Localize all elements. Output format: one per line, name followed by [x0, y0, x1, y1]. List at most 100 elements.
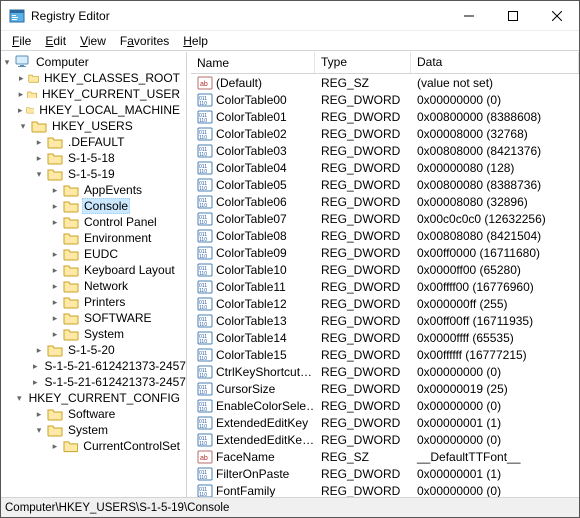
tree-node-computer[interactable]: ▾ Computer: [1, 54, 186, 70]
minimize-button[interactable]: [447, 1, 491, 31]
close-button[interactable]: [535, 1, 579, 31]
tree-node-hkcc[interactable]: ▾HKEY_CURRENT_CONFIG: [17, 390, 186, 406]
tree-node-hkcu[interactable]: ▸HKEY_CURRENT_USER: [17, 86, 186, 102]
tree-node-hkcc-system[interactable]: ▾System: [33, 422, 186, 438]
chevron-right-icon[interactable]: ▸: [17, 88, 25, 100]
tree-node-s21b[interactable]: ▸S-1-5-21-612421373-2457: [33, 374, 186, 390]
list-row[interactable]: 011110ExtendedEditKeyREG_DWORD0x00000001…: [191, 414, 579, 431]
column-name-header[interactable]: Name: [191, 52, 315, 73]
list-row[interactable]: 011110FontFamilyREG_DWORD0x00000000 (0): [191, 482, 579, 497]
list-row[interactable]: abFaceNameREG_SZ__DefaultTTFont__: [191, 448, 579, 465]
tree-node-ccs[interactable]: ▸CurrentControlSet: [49, 438, 186, 454]
chevron-right-icon[interactable]: ▸: [17, 104, 24, 116]
value-type: REG_DWORD: [315, 93, 411, 107]
chevron-down-icon[interactable]: ▾: [17, 120, 29, 132]
menu-favorites[interactable]: Favorites: [113, 34, 176, 48]
tree-node-console[interactable]: ▸Console: [49, 198, 186, 214]
value-name: ColorTable10: [216, 263, 287, 277]
list-row[interactable]: 011110ColorTable08REG_DWORD0x00808080 (8…: [191, 227, 579, 244]
chevron-right-icon[interactable]: ▸: [33, 344, 45, 356]
chevron-right-icon[interactable]: ▸: [49, 264, 61, 276]
value-type: REG_DWORD: [315, 416, 411, 430]
tree-node-environment[interactable]: ▸Environment: [49, 230, 186, 246]
menu-edit[interactable]: Edit: [38, 34, 73, 48]
list-row[interactable]: 011110FilterOnPasteREG_DWORD0x00000001 (…: [191, 465, 579, 482]
list-row[interactable]: 011110ColorTable09REG_DWORD0x00ff0000 (1…: [191, 244, 579, 261]
chevron-down-icon[interactable]: ▾: [33, 424, 45, 436]
tree-node-s18[interactable]: ▸S-1-5-18: [33, 150, 186, 166]
tree-node-hklm[interactable]: ▸HKEY_LOCAL_MACHINE: [17, 102, 186, 118]
column-type-header[interactable]: Type: [315, 52, 411, 73]
chevron-down-icon[interactable]: ▾: [17, 392, 22, 404]
list-row[interactable]: 011110ColorTable02REG_DWORD0x00008000 (3…: [191, 125, 579, 142]
column-data-header[interactable]: Data: [411, 52, 579, 73]
tree-node-hku[interactable]: ▾HKEY_USERS: [17, 118, 186, 134]
chevron-right-icon[interactable]: ▸: [33, 360, 38, 372]
list-row[interactable]: 011110CursorSizeREG_DWORD0x00000019 (25): [191, 380, 579, 397]
tree-node-default[interactable]: ▸.DEFAULT: [33, 134, 186, 150]
list-row[interactable]: 011110ColorTable15REG_DWORD0x00ffffff (1…: [191, 346, 579, 363]
list-row[interactable]: 011110ColorTable10REG_DWORD0x0000ff00 (6…: [191, 261, 579, 278]
svg-text:110: 110: [199, 101, 207, 107]
chevron-right-icon[interactable]: ▸: [33, 152, 45, 164]
folder-icon: [47, 167, 63, 181]
chevron-right-icon[interactable]: ▸: [49, 312, 61, 324]
chevron-right-icon[interactable]: ▸: [33, 376, 38, 388]
tree-node-appevents[interactable]: ▸AppEvents: [49, 182, 186, 198]
list-row[interactable]: 011110ColorTable06REG_DWORD0x00008080 (3…: [191, 193, 579, 210]
list-row[interactable]: 011110ColorTable04REG_DWORD0x00000080 (1…: [191, 159, 579, 176]
tree-node-s19[interactable]: ▾S-1-5-19: [33, 166, 186, 182]
chevron-right-icon[interactable]: ▸: [33, 136, 45, 148]
folder-icon: [63, 263, 79, 277]
chevron-down-icon[interactable]: ▾: [33, 168, 45, 180]
chevron-right-icon[interactable]: ▸: [17, 72, 26, 84]
list-row[interactable]: 011110ColorTable00REG_DWORD0x00000000 (0…: [191, 91, 579, 108]
list-row[interactable]: 011110ColorTable14REG_DWORD0x0000ffff (6…: [191, 329, 579, 346]
tree-pane[interactable]: ▾ Computer ▸HKEY_CLASSES_ROOT ▸HKEY_CURR…: [1, 52, 187, 497]
menu-help[interactable]: Help: [176, 34, 215, 48]
list-row[interactable]: 011110ColorTable03REG_DWORD0x00808000 (8…: [191, 142, 579, 159]
list-row[interactable]: 011110CtrlKeyShortcut…REG_DWORD0x0000000…: [191, 363, 579, 380]
chevron-right-icon[interactable]: ▸: [49, 328, 61, 340]
value-name: ColorTable09: [216, 246, 287, 260]
chevron-right-icon[interactable]: ▸: [49, 280, 61, 292]
value-type: REG_DWORD: [315, 314, 411, 328]
tree-node-keyboard[interactable]: ▸Keyboard Layout: [49, 262, 186, 278]
chevron-right-icon[interactable]: ▸: [49, 200, 61, 212]
values-pane[interactable]: Name Type Data ab(Default)REG_SZ(value n…: [191, 52, 579, 497]
list-row[interactable]: 011110ColorTable11REG_DWORD0x00ffff00 (1…: [191, 278, 579, 295]
tree-node-network[interactable]: ▸Network: [49, 278, 186, 294]
list-body[interactable]: ab(Default)REG_SZ(value not set)011110Co…: [191, 74, 579, 497]
menu-view[interactable]: View: [73, 34, 113, 48]
tree-node-hkcr[interactable]: ▸HKEY_CLASSES_ROOT: [17, 70, 186, 86]
folder-icon: [63, 439, 79, 453]
menu-file[interactable]: File: [5, 34, 38, 48]
chevron-down-icon[interactable]: ▾: [1, 56, 13, 68]
chevron-right-icon[interactable]: ▸: [49, 440, 61, 452]
tree-node-s21a[interactable]: ▸S-1-5-21-612421373-2457: [33, 358, 186, 374]
list-row[interactable]: 011110ColorTable13REG_DWORD0x00ff00ff (1…: [191, 312, 579, 329]
tree-node-controlpanel[interactable]: ▸Control Panel: [49, 214, 186, 230]
list-row[interactable]: 011110ColorTable12REG_DWORD0x000000ff (2…: [191, 295, 579, 312]
list-row[interactable]: 011110ColorTable07REG_DWORD0x00c0c0c0 (1…: [191, 210, 579, 227]
chevron-right-icon[interactable]: ▸: [49, 184, 61, 196]
maximize-button[interactable]: [491, 1, 535, 31]
tree-node-software[interactable]: ▸SOFTWARE: [49, 310, 186, 326]
binary-value-icon: 011110: [197, 398, 213, 414]
list-row[interactable]: 011110ColorTable01REG_DWORD0x00800000 (8…: [191, 108, 579, 125]
list-row[interactable]: ab(Default)REG_SZ(value not set): [191, 74, 579, 91]
tree-node-system[interactable]: ▸System: [49, 326, 186, 342]
list-row[interactable]: 011110ExtendedEditKe…REG_DWORD0x00000000…: [191, 431, 579, 448]
tree-node-s20[interactable]: ▸S-1-5-20: [33, 342, 186, 358]
chevron-right-icon[interactable]: ▸: [49, 248, 61, 260]
chevron-right-icon[interactable]: ▸: [49, 216, 61, 228]
tree-node-printers[interactable]: ▸Printers: [49, 294, 186, 310]
chevron-right-icon[interactable]: ▸: [49, 296, 61, 308]
tree-node-eudc[interactable]: ▸EUDC: [49, 246, 186, 262]
svg-text:110: 110: [199, 271, 207, 277]
tree-node-hkcc-software[interactable]: ▸Software: [33, 406, 186, 422]
list-row[interactable]: 011110ColorTable05REG_DWORD0x00800080 (8…: [191, 176, 579, 193]
chevron-right-icon[interactable]: ▸: [33, 408, 45, 420]
value-type: REG_DWORD: [315, 382, 411, 396]
list-row[interactable]: 011110EnableColorSele…REG_DWORD0x0000000…: [191, 397, 579, 414]
